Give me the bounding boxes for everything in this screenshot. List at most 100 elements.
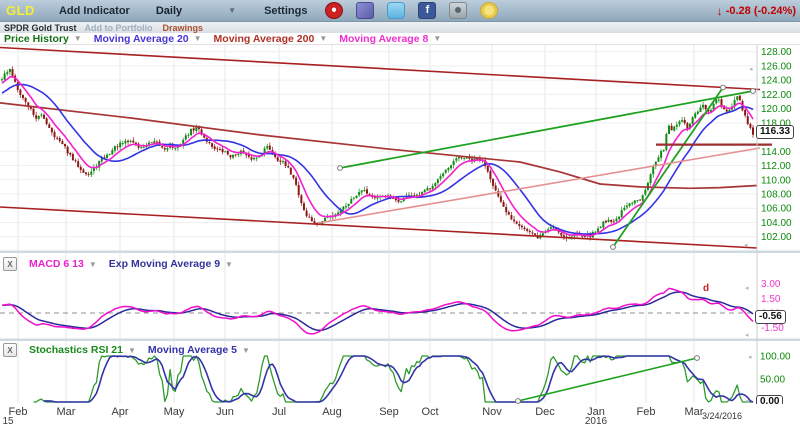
price-indicator-row: Price History Moving Average 20 Moving A…	[0, 33, 800, 44]
month-label: May	[164, 406, 185, 418]
close-stoch-button[interactable]	[3, 343, 17, 357]
month-label: Mar	[57, 406, 76, 418]
text-annotation[interactable]: d	[703, 283, 709, 294]
macd-dropdown[interactable]: MACD 6 13	[29, 258, 84, 270]
toolbar-icon-group: f	[325, 2, 498, 19]
price-axis-tick: 112.00	[761, 161, 791, 172]
month-label: Aug	[322, 406, 342, 418]
chevron-down-icon	[89, 260, 97, 269]
chevron-down-icon	[433, 34, 441, 43]
uptrend-steep[interactable]	[613, 88, 723, 248]
current-price-box: 116.33	[756, 125, 794, 139]
current-macd-box: -0.56	[755, 310, 786, 324]
ma8-line	[2, 77, 753, 236]
trend-handle[interactable]	[751, 89, 756, 94]
charting-app-window: GLD Add Indicator Daily Settings f -0.28…	[0, 0, 800, 426]
year-label: 15	[2, 416, 13, 426]
month-label: Mar	[685, 406, 704, 418]
close-macd-button[interactable]	[3, 257, 17, 271]
macd-line	[2, 288, 753, 334]
interval-dropdown[interactable]: Daily	[156, 5, 236, 17]
symbol-label: GLD	[0, 3, 45, 18]
axis-adjust-icon: ◂	[745, 285, 749, 292]
chevron-down-icon	[74, 34, 82, 43]
chevron-down-icon	[242, 346, 250, 355]
ma200-line	[0, 103, 757, 188]
axis-labels: 128.00126.00124.00122.00120.00118.00114.…	[744, 47, 792, 405]
macd-panel	[0, 288, 757, 334]
ma20-line	[2, 85, 753, 234]
price-axis-tick: 128.00	[761, 47, 792, 58]
chevron-down-icon	[194, 34, 202, 43]
chevron-down-icon	[228, 6, 236, 15]
price-axis-tick: 110.00	[761, 175, 791, 186]
last-date-label: 3/24/2016	[702, 411, 742, 421]
axis-adjust-icon: ◂	[745, 332, 749, 339]
price-change: -0.28 (-0.24%)	[717, 4, 796, 18]
stoch-label-row: Stochastics RSI 21 Moving Average 5	[3, 343, 250, 357]
camera-icon[interactable]	[449, 2, 467, 19]
chevron-down-icon	[319, 34, 327, 43]
stoch-ma-line	[44, 356, 753, 402]
price-axis-tick: 102.00	[761, 232, 792, 243]
cube-icon[interactable]	[356, 2, 374, 19]
price-axis-tick: 126.00	[761, 61, 792, 72]
price-history-dropdown[interactable]: Price History	[4, 33, 82, 45]
alarm-icon[interactable]	[325, 2, 343, 19]
stoch-axis-tick: 50.00	[760, 375, 785, 386]
macd-axis-tick: 1.50	[761, 294, 781, 305]
ma8-label: Moving Average 8	[339, 33, 428, 45]
twitter-icon[interactable]	[387, 2, 405, 19]
top-toolbar: GLD Add Indicator Daily Settings f -0.28…	[0, 0, 800, 22]
ma20-label: Moving Average 20	[94, 33, 189, 45]
month-label: Oct	[421, 406, 438, 418]
stoch-line	[34, 356, 754, 402]
chevron-down-icon	[128, 346, 136, 355]
flower-icon[interactable]	[480, 2, 498, 19]
ma200-dropdown[interactable]: Moving Average 200	[214, 33, 328, 45]
month-label: Jul	[272, 406, 286, 418]
chevron-down-icon	[225, 260, 233, 269]
axis-adjust-icon: ◂	[744, 242, 748, 249]
add-indicator-button[interactable]: Add Indicator	[59, 5, 130, 17]
month-label: Sep	[379, 406, 399, 418]
axis-adjust-icon: ◂	[749, 66, 753, 73]
axis-adjust-icon: ◂	[748, 354, 752, 361]
trend-handle[interactable]	[695, 356, 700, 361]
price-axis-tick: 122.00	[761, 90, 792, 101]
settings-button[interactable]: Settings	[264, 5, 307, 17]
ma20-dropdown[interactable]: Moving Average 20	[94, 33, 202, 45]
macd-axis-tick: 3.00	[761, 279, 781, 290]
ma8-dropdown[interactable]: Moving Average 8	[339, 33, 441, 45]
ma200-label: Moving Average 200	[214, 33, 315, 45]
trend-handle[interactable]	[516, 399, 521, 404]
macd-signal-dropdown[interactable]: Exp Moving Average 9	[109, 258, 220, 270]
price-axis-tick: 120.00	[761, 104, 792, 115]
month-label: Nov	[482, 406, 502, 418]
trend-handle[interactable]	[721, 85, 726, 90]
x-axis: FebMarAprMayJunJulAugSepOctNovDecJanFebM…	[0, 404, 800, 426]
down-arrow-icon	[717, 4, 723, 18]
stoch-dropdown[interactable]: Stochastics RSI 21	[29, 344, 123, 356]
price-axis-tick: 106.00	[761, 204, 792, 215]
facebook-icon[interactable]: f	[418, 2, 436, 19]
add-to-portfolio-link[interactable]: Add to Portfolio	[85, 23, 153, 33]
month-label: Feb	[637, 406, 656, 418]
price-axis-tick: 108.00	[761, 190, 792, 201]
security-name: SPDR Gold Trust	[4, 23, 77, 33]
macd-axis-tick: -1.50	[761, 323, 784, 334]
stoch-ma-dropdown[interactable]: Moving Average 5	[148, 344, 237, 356]
macd-label-row: MACD 6 13 Exp Moving Average 9	[3, 257, 233, 271]
year-label: 2016	[585, 416, 607, 426]
price-history-label: Price History	[4, 33, 69, 45]
chart-canvas[interactable]: d128.00126.00124.00122.00120.00118.00114…	[0, 44, 800, 426]
interval-value: Daily	[156, 5, 182, 17]
trend-handle[interactable]	[611, 245, 616, 250]
price-axis-tick: 114.00	[761, 147, 791, 158]
month-label: Jun	[216, 406, 234, 418]
trend-handle[interactable]	[338, 166, 343, 171]
price-axis-tick: 124.00	[761, 76, 792, 87]
drawings-link[interactable]: Drawings	[163, 23, 204, 33]
uptrend-long[interactable]	[340, 91, 753, 168]
price-axis-tick: 104.00	[761, 218, 792, 229]
